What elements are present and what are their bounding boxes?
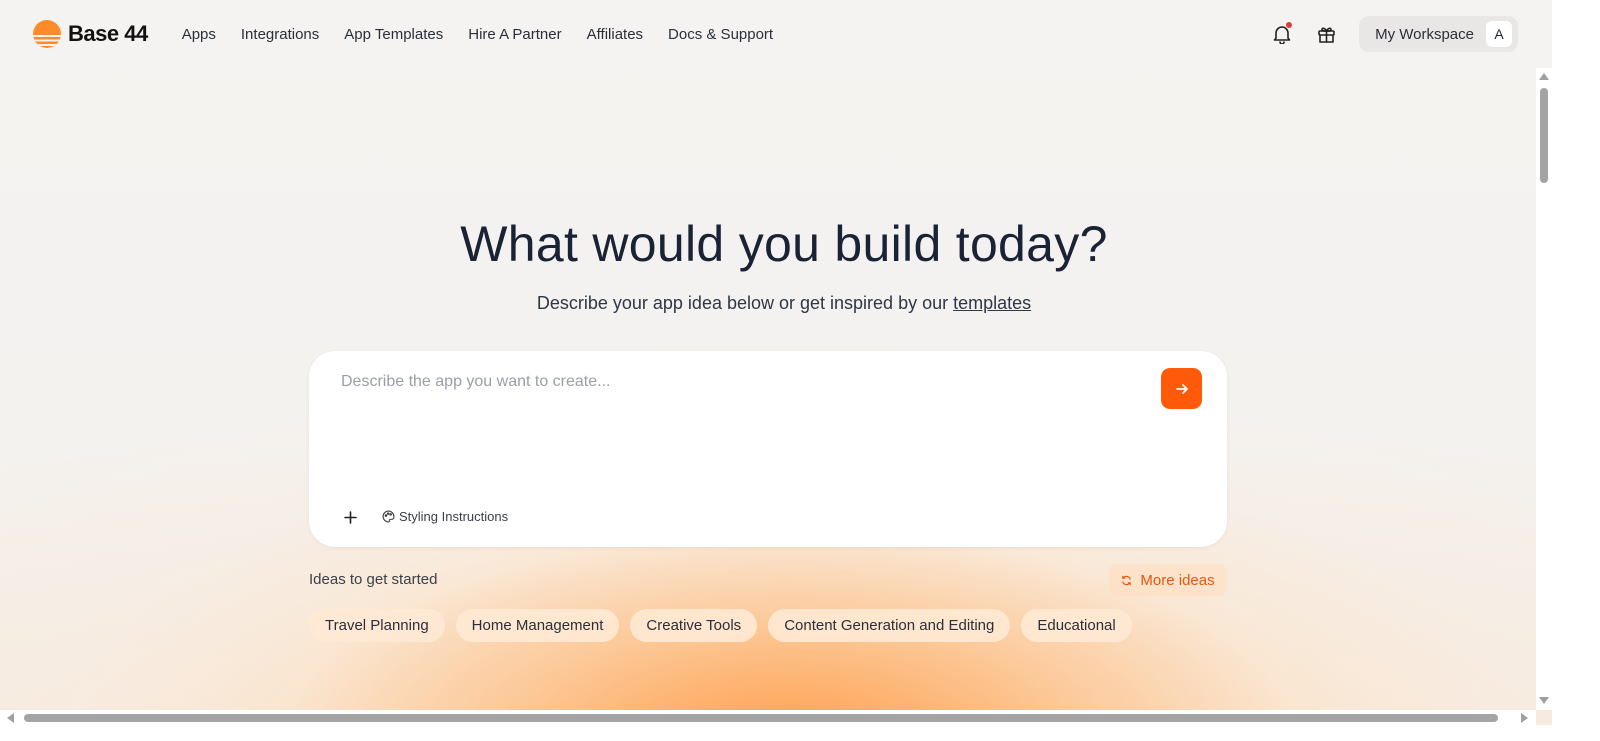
vertical-scrollbar-thumb[interactable] [1540, 88, 1548, 183]
idea-chip-content-generation[interactable]: Content Generation and Editing [768, 609, 1011, 642]
nav-integrations[interactable]: Integrations [241, 26, 319, 43]
window-edge [1568, 0, 1600, 741]
avatar: A [1486, 21, 1512, 47]
horizontal-scrollbar-thumb[interactable] [24, 714, 1498, 722]
workspace-label: My Workspace [1375, 25, 1474, 43]
refresh-icon [1122, 575, 1132, 585]
scroll-right-arrow-icon[interactable] [1521, 713, 1528, 723]
page-subtitle: Describe your app idea below or get insp… [0, 293, 1568, 314]
top-header: Base 44 Apps Integrations App Templates … [0, 0, 1568, 68]
nav-hire-a-partner[interactable]: Hire A Partner [468, 26, 561, 43]
idea-chip-creative-tools[interactable]: Creative Tools [630, 609, 758, 642]
brand-name: Base 44 [68, 21, 148, 46]
notifications-button[interactable] [1271, 22, 1293, 45]
nav-apps[interactable]: Apps [182, 26, 216, 43]
scroll-up-arrow-icon[interactable] [1539, 73, 1549, 80]
brand-logo[interactable]: Base 44 [32, 19, 148, 49]
bottom-gutter [0, 726, 1600, 741]
plus-icon [343, 510, 357, 524]
scroll-down-arrow-icon[interactable] [1539, 697, 1549, 704]
gift-icon [1317, 27, 1335, 43]
send-button[interactable] [1161, 368, 1202, 409]
ideas-heading: Ideas to get started [309, 571, 438, 588]
header-actions: My Workspace A [1271, 16, 1518, 52]
prompt-box: Styling Instructions [309, 351, 1227, 547]
page-title: What would you build today? [460, 216, 1108, 272]
idea-chip-home-management[interactable]: Home Management [455, 609, 620, 642]
main-nav: Apps Integrations App Templates Hire A P… [182, 26, 773, 43]
scroll-left-arrow-icon[interactable] [7, 713, 14, 723]
workspace-switcher[interactable]: My Workspace A [1359, 16, 1518, 52]
styling-instructions-label: Styling Instructions [399, 509, 509, 524]
add-attachment-button[interactable] [341, 508, 359, 526]
subtitle-text: Describe your app idea below or get insp… [536, 293, 954, 313]
arrow-right-icon [1175, 383, 1188, 394]
idea-chip-educational[interactable]: Educational [1021, 609, 1132, 642]
scrollbar-gutter [1552, 0, 1568, 741]
nav-app-templates[interactable]: App Templates [344, 26, 443, 43]
app-description-input[interactable] [341, 373, 1141, 463]
idea-chips: Travel Planning Home Management Creative… [309, 609, 1132, 642]
palette-icon [382, 510, 395, 523]
gift-button[interactable] [1315, 23, 1337, 45]
more-ideas-label: More ideas [1140, 571, 1215, 589]
idea-chip-travel-planning[interactable]: Travel Planning [309, 609, 445, 642]
nav-affiliates[interactable]: Affiliates [587, 26, 643, 43]
nav-docs-support[interactable]: Docs & Support [668, 26, 773, 43]
notification-dot [1286, 22, 1293, 28]
more-ideas-button[interactable]: More ideas [1109, 564, 1227, 596]
templates-link[interactable]: templates [953, 293, 1031, 313]
sun-logo-icon [33, 20, 61, 48]
page-background: Base 44 Apps Integrations App Templates … [0, 0, 1568, 725]
styling-instructions-button[interactable]: Styling Instructions [382, 509, 508, 524]
